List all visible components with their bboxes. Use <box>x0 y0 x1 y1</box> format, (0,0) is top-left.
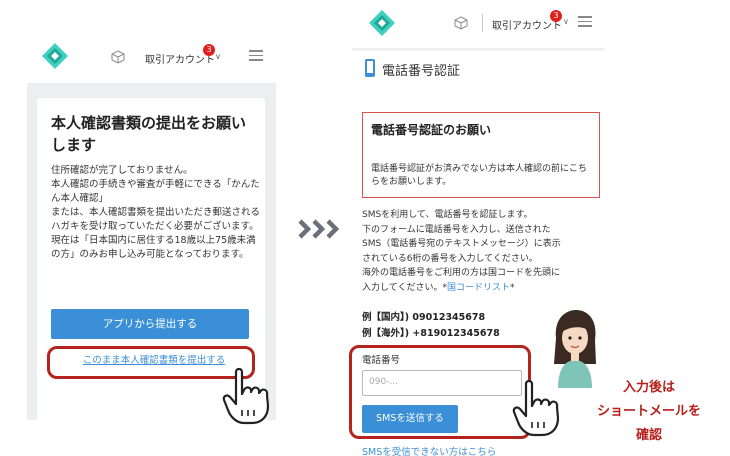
smartphone-icon <box>364 58 376 78</box>
instruction-text: 入力してください。* <box>362 282 447 293</box>
box-icon[interactable] <box>454 16 468 30</box>
logo-icon[interactable] <box>41 42 69 70</box>
instructions: SMSを利用して、電話番号を認証します。 下のフォームに電話番号を入力し、送信さ… <box>362 208 602 296</box>
instruction-text: * <box>509 282 515 293</box>
instruction-line: 海外の電話番号をご利用の方は国コードを先頭に <box>362 268 561 279</box>
chevron-down-icon[interactable]: ∨ <box>215 52 221 61</box>
notice-box: 電話番号認証のお願い 電話番号認証がお済みでない方は本人確認の前にこちらをお願い… <box>362 112 600 198</box>
notification-badge: 3 <box>203 44 215 56</box>
notification-badge: 3 <box>550 10 562 22</box>
body-line: または、本人確認書類を提出いただき郵送されるハガキを受け取っていただく必要がござ… <box>51 207 261 232</box>
annotation-line: ショートメールを <box>596 404 701 419</box>
box-icon[interactable] <box>111 50 125 64</box>
annotation-line: 入力後は <box>622 380 675 395</box>
country-code-link[interactable]: 国コードリスト <box>447 283 510 293</box>
pointing-hand-icon <box>222 366 280 426</box>
card-body: 住所確認が完了しておりません。 本人確認の手続きや審査が手軽にできる「かんたん本… <box>51 164 263 262</box>
header-divider <box>482 14 483 32</box>
chevron-down-icon[interactable]: ∨ <box>563 17 569 26</box>
body-line: 現在は「日本国内に居住する18歳以上75歳未満の方」のみお申し込み可能となってお… <box>51 235 256 260</box>
page-title: 電話番号認証 <box>382 64 461 79</box>
menu-icon[interactable] <box>578 16 592 28</box>
example-domestic: 例【国内】) 09012345678 <box>362 312 486 323</box>
notice-text: 電話番号認証がお済みでない方は本人確認の前にこちらをお願いします。 <box>371 164 587 187</box>
example-overseas: 例【海外】) +819012345678 <box>362 328 500 339</box>
instruction-line: 入力してください。*国コードリスト* <box>362 281 602 296</box>
menu-icon[interactable] <box>249 50 263 62</box>
card-title: 本人確認書類の提出をお願いします <box>51 114 247 154</box>
no-sms-link[interactable]: SMSを受信できない方はこちら <box>362 444 496 456</box>
instruction-line: されている6桁の番号を入力してください。 <box>362 253 538 264</box>
left-header: 取引アカウント 3 ∨ <box>27 28 276 83</box>
instruction-line: SMSを利用して、電話番号を認証します。 <box>362 210 533 220</box>
annotation-text: 入力後は ショートメールを 確認 <box>574 376 724 448</box>
body-line: 住所確認が完了しておりません。 <box>51 165 193 176</box>
instruction-line: 下のフォームに電話番号を入力し、送信された <box>362 224 551 235</box>
highlight-ring <box>349 345 531 439</box>
body-line: 本人確認の手続きや審査が手軽にできる「かんたん本人確認」 <box>51 179 260 204</box>
header-divider <box>352 48 604 51</box>
logo-icon[interactable] <box>368 9 396 37</box>
triple-arrow-icon <box>298 218 343 240</box>
notice-title: 電話番号認証のお願い <box>371 123 492 137</box>
instruction-line: SMS（電話番号宛のテキストメッセージ）に表示 <box>362 239 561 250</box>
annotation-line: 確認 <box>635 428 662 443</box>
app-submit-button[interactable]: アプリから提出する <box>51 309 249 339</box>
